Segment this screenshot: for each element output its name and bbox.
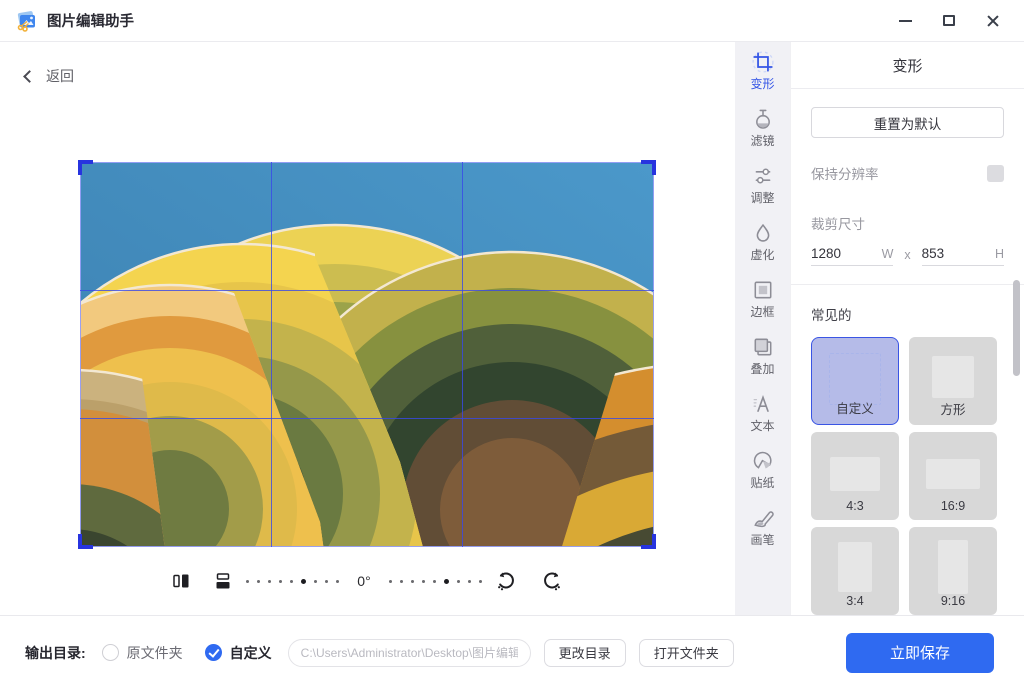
close-icon: [986, 14, 1000, 28]
keep-resolution-checkbox[interactable]: [987, 165, 1004, 182]
times-symbol: x: [904, 248, 910, 262]
back-label: 返回: [46, 66, 74, 86]
radio-custom-label: 自定义: [230, 643, 272, 663]
radio-custom-circle-checked: [205, 644, 222, 661]
output-path-input[interactable]: [288, 639, 531, 667]
radio-original-circle: [102, 644, 119, 661]
crop-grid-vline-1: [271, 162, 272, 547]
output-bar: 输出目录: 原文件夹 自定义 更改目录 打开文件夹 立即保存: [0, 615, 1024, 689]
app-window: 图片编辑助手 返回: [0, 0, 1024, 689]
minimize-icon: [899, 20, 912, 22]
close-button[interactable]: [984, 12, 1002, 30]
preset-9-16[interactable]: 9:16: [909, 527, 997, 615]
flask-icon: [752, 108, 774, 130]
reset-default-button[interactable]: 重置为默认: [811, 107, 1004, 138]
preset-3-4[interactable]: 3:4: [811, 527, 899, 615]
width-value: 1280: [811, 246, 841, 261]
tool-border[interactable]: 边框: [735, 279, 790, 336]
water-drop-icon: [752, 222, 774, 244]
flip-horizontal-icon: [172, 572, 190, 590]
transform-panel: 变形 重置为默认 保持分辨率 裁剪尺寸 1280 W x 853 H 常见的: [790, 42, 1024, 615]
tool-overlay[interactable]: 叠加: [735, 336, 790, 393]
radio-custom[interactable]: 自定义: [205, 643, 272, 663]
panel-title: 变形: [791, 42, 1024, 89]
frame-icon: [752, 279, 774, 301]
title-bar: 图片编辑助手: [0, 0, 1024, 42]
preset-9-16-thumb: [938, 540, 968, 594]
flip-vertical-button[interactable]: [214, 572, 232, 590]
change-directory-button[interactable]: 更改目录: [544, 639, 626, 667]
preset-16-9[interactable]: 16:9: [909, 432, 997, 520]
output-dir-label: 输出目录:: [25, 643, 86, 663]
back-button[interactable]: 返回: [25, 66, 74, 86]
crop-handle-bottom-right[interactable]: [641, 534, 656, 549]
window-controls: [896, 12, 1010, 30]
height-field[interactable]: 853 H: [922, 246, 1004, 266]
tool-text[interactable]: 文本: [735, 393, 790, 450]
preset-3-4-thumb: [838, 542, 872, 592]
crop-grid-vline-2: [462, 162, 463, 547]
rotate-ccw-icon: [496, 571, 516, 591]
text-icon: [752, 393, 774, 415]
preset-4-3-thumb: [830, 457, 880, 491]
crop-size-label: 裁剪尺寸: [811, 213, 1004, 233]
minimize-button[interactable]: [896, 12, 914, 30]
rotate-cw-icon: [542, 571, 562, 591]
rotation-slider-left[interactable]: [246, 579, 339, 584]
flip-vertical-icon: [214, 572, 232, 590]
rotate-cw-button[interactable]: [542, 571, 562, 591]
tool-filter[interactable]: 滤镜: [735, 108, 790, 165]
edit-canvas[interactable]: [80, 162, 654, 547]
preset-square[interactable]: 方形: [909, 337, 997, 425]
tool-sidebar: 变形 滤镜 调整 虚化: [735, 42, 790, 615]
rotate-ccw-button[interactable]: [496, 571, 516, 591]
panel-scrollbar[interactable]: [1013, 280, 1020, 376]
preset-custom[interactable]: 自定义: [811, 337, 899, 425]
width-unit-label: W: [882, 247, 894, 261]
maximize-icon: [943, 15, 955, 26]
rotation-angle-value: 0°: [353, 573, 375, 589]
save-now-button[interactable]: 立即保存: [846, 633, 994, 673]
brush-icon: [752, 507, 774, 529]
common-presets-label: 常见的: [811, 304, 1004, 324]
maximize-button[interactable]: [940, 12, 958, 30]
keep-resolution-label: 保持分辨率: [811, 163, 879, 183]
crop-handle-top-left[interactable]: [78, 160, 93, 175]
crop-handle-top-right[interactable]: [641, 160, 656, 175]
width-field[interactable]: 1280 W: [811, 246, 893, 266]
rotation-slider-right[interactable]: [389, 579, 482, 584]
crop-frame: [80, 162, 654, 547]
radio-original-folder[interactable]: 原文件夹: [102, 643, 183, 663]
app-logo-icon: [14, 9, 38, 33]
height-unit-label: H: [995, 247, 1004, 261]
crop-handle-bottom-left[interactable]: [78, 534, 93, 549]
tool-sticker[interactable]: 贴纸: [735, 450, 790, 507]
crop-icon: [752, 51, 774, 73]
preset-square-thumb: [932, 356, 974, 398]
flip-horizontal-button[interactable]: [172, 572, 190, 590]
tool-transform[interactable]: 变形: [735, 51, 790, 108]
sticker-icon: [752, 450, 774, 472]
preset-grid: 自定义 方形 4:3 16:9 3:4: [811, 337, 1004, 615]
open-folder-button[interactable]: 打开文件夹: [639, 639, 734, 667]
tool-brush[interactable]: 画笔: [735, 507, 790, 564]
tool-adjust[interactable]: 调整: [735, 165, 790, 222]
chevron-left-icon: [23, 70, 36, 83]
sliders-icon: [752, 165, 774, 187]
radio-original-label: 原文件夹: [127, 643, 183, 663]
panel-divider: [791, 284, 1024, 285]
preset-4-3[interactable]: 4:3: [811, 432, 899, 520]
app-title: 图片编辑助手: [47, 10, 134, 31]
transform-toolbar: 0°: [80, 565, 654, 597]
preset-16-9-thumb: [926, 459, 980, 489]
crop-grid-hline-1: [80, 290, 654, 291]
height-value: 853: [922, 246, 945, 261]
overlay-icon: [752, 336, 774, 358]
tool-blur[interactable]: 虚化: [735, 222, 790, 279]
crop-grid-hline-2: [80, 418, 654, 419]
